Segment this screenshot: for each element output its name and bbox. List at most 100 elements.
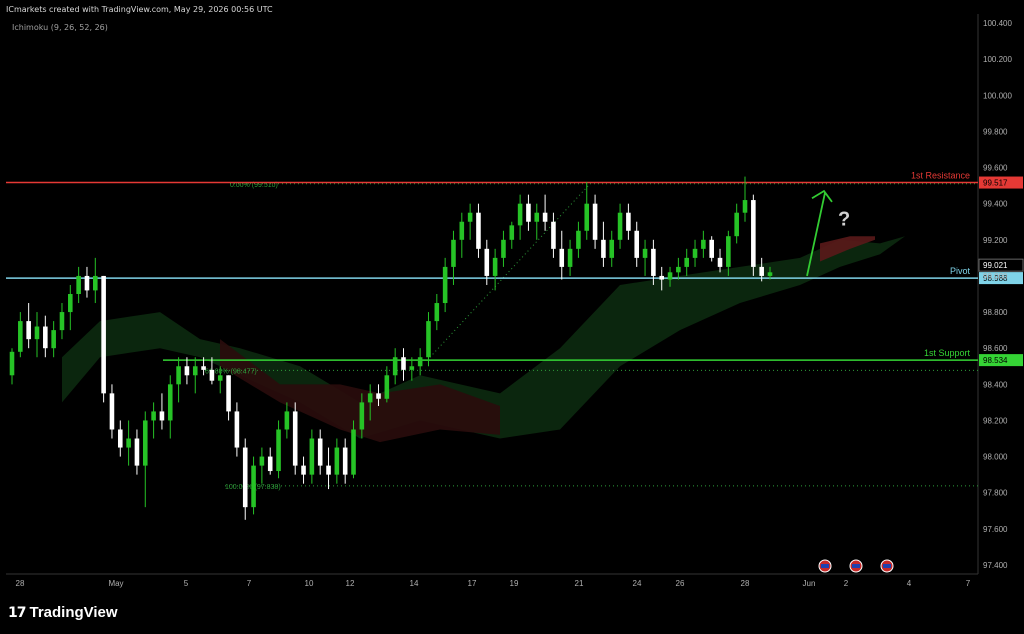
candle-body bbox=[151, 411, 156, 421]
candle-body bbox=[726, 236, 731, 267]
us-flag-event-icon bbox=[852, 564, 860, 568]
us-flag-event-icon bbox=[821, 564, 829, 568]
candle-body bbox=[159, 411, 165, 421]
candle-body bbox=[417, 357, 423, 367]
indicator-legend[interactable]: Ichimoku (9, 26, 52, 26) bbox=[12, 23, 108, 32]
price-tick-label: 100.000 bbox=[983, 91, 1012, 100]
candle-body bbox=[742, 200, 748, 213]
candle-body bbox=[392, 357, 398, 376]
tradingview-logo-icon: 17 bbox=[8, 604, 27, 621]
candle-body bbox=[267, 456, 273, 472]
candle-body bbox=[701, 239, 706, 249]
candle-body bbox=[242, 447, 248, 508]
candle-body bbox=[217, 375, 223, 381]
candle-body bbox=[501, 239, 506, 258]
candle-body bbox=[692, 248, 698, 258]
price-tick-label: 98.800 bbox=[983, 308, 1008, 317]
price-tick-label: 99.600 bbox=[983, 164, 1008, 173]
price-tick-label: 98.200 bbox=[983, 416, 1008, 425]
candle-body bbox=[259, 456, 265, 466]
candle-body bbox=[376, 393, 381, 399]
price-tick-label: 99.800 bbox=[983, 127, 1008, 136]
us-flag-event-icon bbox=[883, 564, 891, 568]
chart-frame: 0.00% (99.510) 61.80% (98.477) 100.00% (97… bbox=[0, 0, 1024, 634]
candle-body bbox=[342, 447, 348, 475]
candle-body bbox=[276, 429, 281, 472]
level-price-support: 98.534 bbox=[983, 356, 1008, 365]
candle-body bbox=[684, 257, 689, 267]
time-tick-label: 12 bbox=[346, 579, 355, 588]
candle-body bbox=[309, 438, 315, 475]
price-chart[interactable]: 0.00% (99.510)61.80% (98.477)100.00% (97… bbox=[0, 0, 1024, 634]
candle-body bbox=[442, 266, 448, 304]
time-tick-label: 5 bbox=[184, 579, 189, 588]
candle-body bbox=[126, 438, 131, 448]
time-tick-label: 24 bbox=[633, 579, 642, 588]
attribution-text: ICmarkets created with TradingView.com, … bbox=[6, 5, 273, 14]
candle-body bbox=[209, 369, 215, 381]
time-tick-label: 7 bbox=[966, 579, 971, 588]
price-tick-label: 98.600 bbox=[983, 344, 1008, 353]
time-axis[interactable]: 28 May 5 7 10 12 14 17 19 21 24 26 28 Jun 2 4 7 bbox=[16, 579, 971, 588]
candle-body bbox=[409, 366, 415, 370]
candle-body bbox=[476, 212, 481, 249]
time-tick-label: 19 bbox=[510, 579, 519, 588]
candle-body bbox=[167, 384, 173, 421]
candle-body bbox=[76, 275, 81, 294]
time-tick-label: 28 bbox=[16, 579, 25, 588]
candle-body bbox=[601, 239, 606, 258]
candle-body bbox=[609, 239, 615, 258]
price-tick-label: 98.000 bbox=[983, 453, 1008, 462]
candle-body bbox=[51, 330, 56, 349]
candle-body bbox=[59, 312, 65, 331]
tradingview-logo-text: TradingView bbox=[29, 604, 118, 621]
question-mark-annotation: ? bbox=[838, 208, 850, 230]
candle-body bbox=[451, 239, 456, 267]
candle-body bbox=[109, 393, 115, 430]
candle-body bbox=[234, 411, 240, 448]
candle-body bbox=[517, 203, 523, 226]
candle-body bbox=[117, 429, 123, 448]
candle-body bbox=[492, 257, 498, 276]
candle-body bbox=[326, 465, 331, 475]
candle-body bbox=[534, 212, 540, 222]
candle-body bbox=[93, 275, 98, 291]
candle-body bbox=[484, 248, 490, 276]
tradingview-logo[interactable]: 17 TradingView bbox=[8, 604, 118, 621]
candle-body bbox=[709, 239, 714, 258]
candle-body bbox=[142, 420, 148, 466]
time-tick-label: May bbox=[108, 579, 123, 588]
candle-body bbox=[759, 266, 764, 276]
price-tick-label: 100.400 bbox=[983, 19, 1012, 28]
time-tick-label: 26 bbox=[676, 579, 685, 588]
candle-body bbox=[68, 294, 73, 313]
candle-body bbox=[301, 465, 306, 475]
candle-body bbox=[384, 375, 390, 399]
price-tick-label: 99.400 bbox=[983, 200, 1008, 209]
candle-body bbox=[334, 447, 340, 475]
candle-body bbox=[592, 203, 598, 240]
plot-area[interactable] bbox=[6, 14, 978, 574]
price-axis[interactable]: 100.400 100.200 100.000 99.800 99.600 99.400 9… bbox=[983, 19, 1012, 570]
candle-body bbox=[676, 266, 681, 273]
price-tick-label: 97.800 bbox=[983, 489, 1008, 498]
candle-body bbox=[176, 366, 181, 385]
time-tick-label: Jun bbox=[803, 579, 816, 588]
candle-body bbox=[18, 321, 23, 352]
candle-body bbox=[251, 465, 256, 508]
price-tick-label: 98.400 bbox=[983, 380, 1008, 389]
candle-body bbox=[359, 402, 365, 430]
level-title-resistance: 1st Resistance bbox=[911, 171, 970, 181]
candle-body bbox=[43, 326, 48, 349]
candle-body bbox=[434, 303, 440, 322]
candle-body bbox=[9, 351, 15, 376]
time-tick-label: 4 bbox=[907, 579, 912, 588]
candle-body bbox=[559, 248, 565, 267]
candle-body bbox=[767, 272, 773, 276]
candle-body bbox=[401, 357, 406, 370]
time-tick-label: 28 bbox=[741, 579, 750, 588]
candle-body bbox=[84, 275, 90, 291]
time-tick-label: 14 bbox=[410, 579, 419, 588]
candle-body bbox=[284, 411, 290, 430]
candle-body bbox=[351, 429, 356, 475]
